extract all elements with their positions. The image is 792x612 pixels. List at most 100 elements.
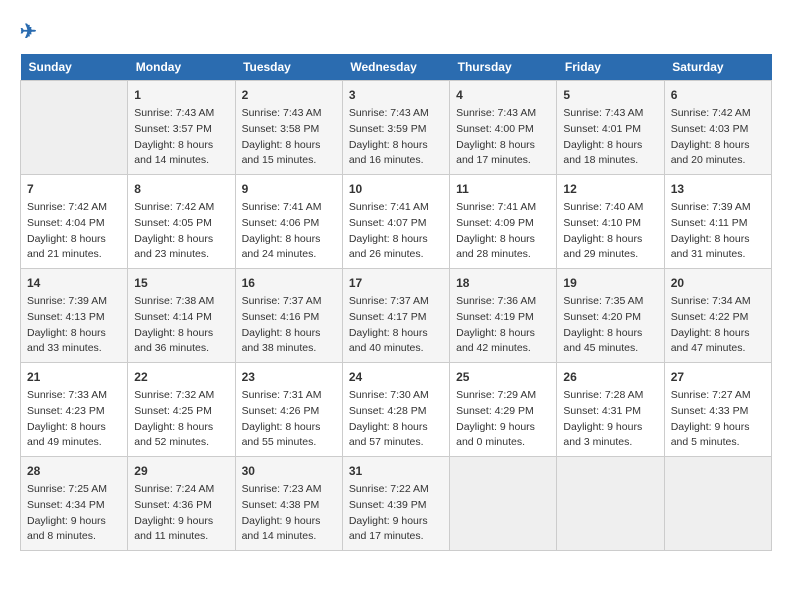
calendar-cell: 13 Sunrise: 7:39 AMSunset: 4:11 PMDayligh… xyxy=(664,175,771,269)
day-info: Sunrise: 7:35 AMSunset: 4:20 PMDaylight:… xyxy=(563,294,657,357)
calendar-cell: 27 Sunrise: 7:27 AMSunset: 4:33 PMDayligh… xyxy=(664,363,771,457)
day-number: 25 xyxy=(456,368,550,386)
day-info: Sunrise: 7:24 AMSunset: 4:36 PMDaylight:… xyxy=(134,482,228,545)
day-info: Sunrise: 7:34 AMSunset: 4:22 PMDaylight:… xyxy=(671,294,765,357)
day-number: 1 xyxy=(134,86,228,104)
calendar-cell: 1 Sunrise: 7:43 AMSunset: 3:57 PMDaylight… xyxy=(128,81,235,175)
day-number: 5 xyxy=(563,86,657,104)
column-header-saturday: Saturday xyxy=(664,54,771,81)
day-number: 11 xyxy=(456,180,550,198)
day-number: 8 xyxy=(134,180,228,198)
calendar-cell: 23 Sunrise: 7:31 AMSunset: 4:26 PMDayligh… xyxy=(235,363,342,457)
day-info: Sunrise: 7:30 AMSunset: 4:28 PMDaylight:… xyxy=(349,388,443,451)
calendar-cell xyxy=(21,81,128,175)
calendar-cell: 7 Sunrise: 7:42 AMSunset: 4:04 PMDaylight… xyxy=(21,175,128,269)
calendar-cell: 25 Sunrise: 7:29 AMSunset: 4:29 PMDayligh… xyxy=(450,363,557,457)
day-number: 3 xyxy=(349,86,443,104)
day-number: 29 xyxy=(134,462,228,480)
day-number: 4 xyxy=(456,86,550,104)
day-number: 14 xyxy=(27,274,121,292)
day-number: 28 xyxy=(27,462,121,480)
day-number: 13 xyxy=(671,180,765,198)
calendar-cell: 14 Sunrise: 7:39 AMSunset: 4:13 PMDayligh… xyxy=(21,269,128,363)
calendar-cell: 4 Sunrise: 7:43 AMSunset: 4:00 PMDaylight… xyxy=(450,81,557,175)
day-number: 24 xyxy=(349,368,443,386)
day-number: 27 xyxy=(671,368,765,386)
day-info: Sunrise: 7:43 AMSunset: 3:59 PMDaylight:… xyxy=(349,106,443,169)
calendar-cell: 30 Sunrise: 7:23 AMSunset: 4:38 PMDayligh… xyxy=(235,457,342,551)
calendar-cell: 8Sunrise: 7:42 AMSunset: 4:05 PMDaylight… xyxy=(128,175,235,269)
day-number: 26 xyxy=(563,368,657,386)
calendar-cell: 17 Sunrise: 7:37 AMSunset: 4:17 PMDayligh… xyxy=(342,269,449,363)
day-number: 22 xyxy=(134,368,228,386)
day-info: Sunrise: 7:28 AMSunset: 4:31 PMDaylight:… xyxy=(563,388,657,451)
day-number: 20 xyxy=(671,274,765,292)
calendar-week-row: 1 Sunrise: 7:43 AMSunset: 3:57 PMDaylight… xyxy=(21,81,772,175)
page-header: ✈ xyxy=(20,20,772,44)
day-info: Sunrise: 7:38 AMSunset: 4:14 PMDaylight:… xyxy=(134,294,228,357)
day-number: 30 xyxy=(242,462,336,480)
day-info: Sunrise: 7:41 AMSunset: 4:07 PMDaylight:… xyxy=(349,200,443,263)
day-info: Sunrise: 7:37 AMSunset: 4:16 PMDaylight:… xyxy=(242,294,336,357)
calendar-week-row: 14 Sunrise: 7:39 AMSunset: 4:13 PMDayligh… xyxy=(21,269,772,363)
calendar-cell xyxy=(557,457,664,551)
day-number: 21 xyxy=(27,368,121,386)
day-info: Sunrise: 7:39 AMSunset: 4:11 PMDaylight:… xyxy=(671,200,765,263)
day-info: Sunrise: 7:27 AMSunset: 4:33 PMDaylight:… xyxy=(671,388,765,451)
calendar-cell: 11 Sunrise: 7:41 AMSunset: 4:09 PMDayligh… xyxy=(450,175,557,269)
day-info: Sunrise: 7:43 AMSunset: 3:58 PMDaylight:… xyxy=(242,106,336,169)
column-header-tuesday: Tuesday xyxy=(235,54,342,81)
day-info: Sunrise: 7:43 AMSunset: 4:00 PMDaylight:… xyxy=(456,106,550,169)
day-info: Sunrise: 7:32 AMSunset: 4:25 PMDaylight:… xyxy=(134,388,228,451)
calendar-cell: 28 Sunrise: 7:25 AMSunset: 4:34 PMDayligh… xyxy=(21,457,128,551)
day-info: Sunrise: 7:23 AMSunset: 4:38 PMDaylight:… xyxy=(242,482,336,545)
logo-icon: ✈ xyxy=(20,21,37,43)
day-info: Sunrise: 7:40 AMSunset: 4:10 PMDaylight:… xyxy=(563,200,657,263)
calendar-week-row: 7 Sunrise: 7:42 AMSunset: 4:04 PMDaylight… xyxy=(21,175,772,269)
calendar-cell: 16 Sunrise: 7:37 AMSunset: 4:16 PMDayligh… xyxy=(235,269,342,363)
day-info: Sunrise: 7:39 AMSunset: 4:13 PMDaylight:… xyxy=(27,294,121,357)
day-number: 7 xyxy=(27,180,121,198)
calendar-cell: 3 Sunrise: 7:43 AMSunset: 3:59 PMDaylight… xyxy=(342,81,449,175)
logo: ✈ xyxy=(20,20,37,44)
day-info: Sunrise: 7:22 AMSunset: 4:39 PMDaylight:… xyxy=(349,482,443,545)
day-number: 19 xyxy=(563,274,657,292)
day-number: 17 xyxy=(349,274,443,292)
column-header-thursday: Thursday xyxy=(450,54,557,81)
calendar-cell: 31 Sunrise: 7:22 AMSunset: 4:39 PMDayligh… xyxy=(342,457,449,551)
calendar-cell: 18Sunrise: 7:36 AMSunset: 4:19 PMDayligh… xyxy=(450,269,557,363)
day-info: Sunrise: 7:43 AMSunset: 4:01 PMDaylight:… xyxy=(563,106,657,169)
calendar-cell: 2 Sunrise: 7:43 AMSunset: 3:58 PMDaylight… xyxy=(235,81,342,175)
day-info: Sunrise: 7:43 AMSunset: 3:57 PMDaylight:… xyxy=(134,106,228,169)
calendar-table: SundayMondayTuesdayWednesdayThursdayFrid… xyxy=(20,54,772,551)
day-number: 31 xyxy=(349,462,443,480)
day-info: Sunrise: 7:41 AMSunset: 4:06 PMDaylight:… xyxy=(242,200,336,263)
column-header-monday: Monday xyxy=(128,54,235,81)
day-number: 12 xyxy=(563,180,657,198)
day-info: Sunrise: 7:42 AMSunset: 4:04 PMDaylight:… xyxy=(27,200,121,263)
day-number: 16 xyxy=(242,274,336,292)
calendar-cell: 26 Sunrise: 7:28 AMSunset: 4:31 PMDayligh… xyxy=(557,363,664,457)
calendar-week-row: 21Sunrise: 7:33 AMSunset: 4:23 PMDayligh… xyxy=(21,363,772,457)
day-info: Sunrise: 7:41 AMSunset: 4:09 PMDaylight:… xyxy=(456,200,550,263)
day-info: Sunrise: 7:31 AMSunset: 4:26 PMDaylight:… xyxy=(242,388,336,451)
calendar-cell: 10Sunrise: 7:41 AMSunset: 4:07 PMDayligh… xyxy=(342,175,449,269)
day-number: 9 xyxy=(242,180,336,198)
calendar-cell xyxy=(450,457,557,551)
calendar-cell: 22 Sunrise: 7:32 AMSunset: 4:25 PMDayligh… xyxy=(128,363,235,457)
day-info: Sunrise: 7:25 AMSunset: 4:34 PMDaylight:… xyxy=(27,482,121,545)
calendar-cell: 29 Sunrise: 7:24 AMSunset: 4:36 PMDayligh… xyxy=(128,457,235,551)
day-number: 2 xyxy=(242,86,336,104)
calendar-cell: 12 Sunrise: 7:40 AMSunset: 4:10 PMDayligh… xyxy=(557,175,664,269)
calendar-week-row: 28 Sunrise: 7:25 AMSunset: 4:34 PMDayligh… xyxy=(21,457,772,551)
calendar-cell: 9 Sunrise: 7:41 AMSunset: 4:06 PMDaylight… xyxy=(235,175,342,269)
calendar-header-row: SundayMondayTuesdayWednesdayThursdayFrid… xyxy=(21,54,772,81)
day-number: 23 xyxy=(242,368,336,386)
calendar-cell: 19 Sunrise: 7:35 AMSunset: 4:20 PMDayligh… xyxy=(557,269,664,363)
day-number: 6 xyxy=(671,86,765,104)
calendar-cell: 15Sunrise: 7:38 AMSunset: 4:14 PMDayligh… xyxy=(128,269,235,363)
calendar-cell: 20 Sunrise: 7:34 AMSunset: 4:22 PMDayligh… xyxy=(664,269,771,363)
day-info: Sunrise: 7:37 AMSunset: 4:17 PMDaylight:… xyxy=(349,294,443,357)
day-info: Sunrise: 7:29 AMSunset: 4:29 PMDaylight:… xyxy=(456,388,550,451)
calendar-cell: 5 Sunrise: 7:43 AMSunset: 4:01 PMDaylight… xyxy=(557,81,664,175)
